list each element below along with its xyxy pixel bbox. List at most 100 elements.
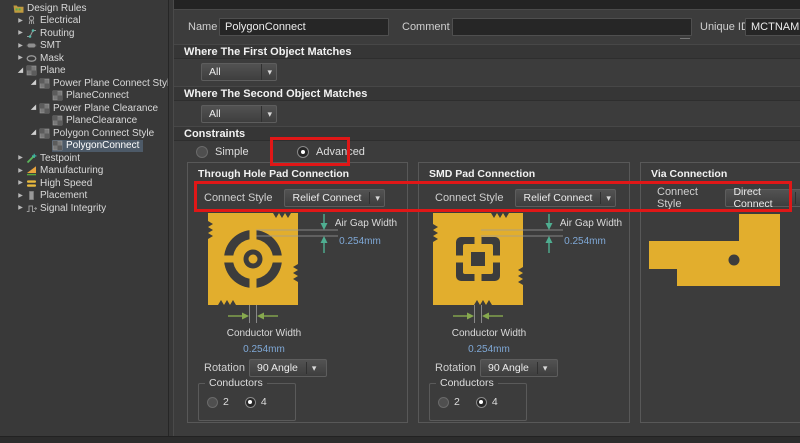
panel-title: Through Hole Pad Connection — [198, 168, 349, 180]
electrical-icon — [26, 15, 37, 26]
sidebar-item-smt[interactable]: ▶ SMT — [0, 40, 168, 53]
sidebar-item-polygonconnect[interactable]: PolygonConnect — [0, 140, 168, 153]
sidebar-item-routing[interactable]: ▶Routing — [0, 27, 168, 40]
sidebar-item-high-speed[interactable]: ▶ High Speed — [0, 177, 168, 190]
svg-text:0.254mm: 0.254mm — [468, 344, 510, 355]
conductors-2-label: 2 — [454, 396, 460, 408]
sidebar-item-testpoint[interactable]: ▶Testpoint — [0, 152, 168, 165]
tree-item-content: SMT — [26, 40, 65, 53]
expand-arrow-icon[interactable]: ▶ — [15, 165, 26, 177]
sidebar-item-design-rules[interactable]: Design Rules — [0, 2, 168, 15]
chevron-down-icon — [369, 192, 380, 204]
svg-text:Air Gap Width: Air Gap Width — [335, 218, 397, 229]
rule-icon — [52, 115, 63, 126]
rotation-dropdown[interactable]: 90 Angle — [249, 359, 327, 377]
collapse-arrow-icon[interactable]: ◢ — [28, 127, 39, 139]
chevron-down-icon — [261, 64, 272, 80]
unique-id-label: Unique ID — [700, 21, 749, 33]
rule-icon — [26, 65, 37, 76]
connect-style-dropdown[interactable]: Direct Connect — [725, 189, 800, 207]
routing-icon — [26, 28, 37, 39]
via-connection-panel: Via Connection Connect Style Direct Conn… — [640, 162, 800, 423]
radio-icon — [207, 397, 218, 408]
tree-item-content: Electrical — [26, 15, 85, 28]
chevron-down-icon — [306, 362, 317, 374]
connect-style-dropdown[interactable]: Relief Connect — [515, 189, 615, 207]
via-direct-connect-graphic — [641, 209, 800, 319]
expand-arrow-icon[interactable]: ▶ — [15, 177, 26, 189]
sidebar-item-plane[interactable]: ◢Plane — [0, 65, 168, 78]
testpoint-icon — [26, 153, 37, 164]
sidebar-item-planeconnect[interactable]: PlaneConnect — [0, 90, 168, 103]
sidebar-item-signal-integrity[interactable]: ▶ Signal Integrity — [0, 202, 168, 215]
tree-item-content: Signal Integrity — [26, 202, 110, 215]
sidebar-item-mask[interactable]: ▶Mask — [0, 52, 168, 65]
sidebar-item-electrical[interactable]: ▶ Electrical — [0, 15, 168, 28]
comment-input[interactable] — [452, 18, 692, 36]
conductors-2-radio[interactable]: 2 — [438, 396, 460, 408]
smt-icon — [26, 40, 37, 51]
sidebar-item-label: Electrical — [40, 15, 81, 26]
smd-pad-connection-panel: SMD Pad Connection Connect Style Relief … — [418, 162, 630, 423]
collapse-arrow-icon[interactable]: ◢ — [15, 65, 26, 77]
rotation-dropdown[interactable]: 90 Angle — [480, 359, 558, 377]
sidebar-item-manufacturing[interactable]: ▶Manufacturing — [0, 165, 168, 178]
folder-icon — [13, 3, 24, 14]
connect-style-value: Direct Connect — [733, 186, 787, 210]
manufacturing-icon — [26, 165, 37, 176]
unique-id-input[interactable]: MCTNAMFK — [745, 18, 800, 36]
expand-arrow-icon[interactable]: ▶ — [15, 202, 26, 214]
tree-item-content: Power Plane Clearance — [39, 102, 162, 115]
advanced-radio[interactable]: Advanced — [297, 146, 365, 158]
chevron-down-icon — [795, 192, 800, 204]
expand-arrow-icon[interactable]: ▶ — [15, 40, 26, 52]
rule-icon — [39, 128, 50, 139]
sidebar-item-label: PlaneConnect — [66, 90, 129, 101]
sidebar-item-power-plane-connect-style[interactable]: ◢Power Plane Connect Style — [0, 77, 168, 90]
sidebar-item-placement[interactable]: ▶ Placement — [0, 190, 168, 203]
expand-arrow-icon[interactable]: ▶ — [15, 27, 26, 39]
sidebar-item-label: SMT — [40, 40, 61, 51]
expand-arrow-icon[interactable]: ▶ — [15, 52, 26, 64]
tree-item-content: Routing — [26, 27, 78, 40]
name-label: Name — [188, 21, 217, 33]
name-input[interactable]: PolygonConnect — [219, 18, 389, 36]
mask-icon — [26, 53, 37, 64]
sidebar-item-label: Signal Integrity — [40, 203, 106, 214]
first-object-matches-header: Where The First Object Matches — [174, 44, 800, 59]
second-object-scope-dropdown[interactable]: All — [201, 105, 277, 123]
design-rules-tree: Design Rules▶Electrical▶Routing▶SMT▶Mask… — [0, 0, 169, 437]
collapse-arrow-icon[interactable]: ◢ — [28, 102, 39, 114]
conductors-4-radio[interactable]: 4 — [476, 396, 498, 408]
top-divider — [174, 0, 800, 10]
svg-text:Conductor Width: Conductor Width — [227, 328, 301, 339]
simple-radio[interactable]: Simple — [196, 146, 249, 158]
expand-arrow-icon[interactable]: ▶ — [15, 15, 26, 27]
sidebar-item-label: High Speed — [40, 178, 92, 189]
conductors-4-label: 4 — [492, 396, 498, 408]
connect-style-label: Connect Style — [657, 186, 713, 210]
comment-label: Comment — [402, 21, 450, 33]
highspeed-icon — [26, 178, 37, 189]
panel-title: Via Connection — [651, 168, 727, 180]
sidebar-item-label: Placement — [40, 190, 87, 201]
first-object-scope-dropdown[interactable]: All — [201, 63, 277, 81]
expand-arrow-icon[interactable]: ▶ — [15, 190, 26, 202]
panel-title: SMD Pad Connection — [429, 168, 535, 180]
connect-style-dropdown[interactable]: Relief Connect — [284, 189, 384, 207]
conductors-4-radio[interactable]: 4 — [245, 396, 267, 408]
tree-item-content: Design Rules — [13, 2, 90, 15]
sidebar-item-polygon-connect-style[interactable]: ◢Polygon Connect Style — [0, 127, 168, 140]
expand-arrow-icon[interactable]: ▶ — [15, 152, 26, 164]
sidebar-item-label: Power Plane Clearance — [53, 103, 158, 114]
radio-icon — [196, 146, 208, 158]
radio-icon — [438, 397, 449, 408]
connect-style-label: Connect Style — [204, 192, 272, 204]
advanced-radio-label: Advanced — [316, 146, 365, 158]
connect-style-value: Relief Connect — [292, 192, 361, 204]
rotation-value: 90 Angle — [488, 362, 529, 374]
conductors-2-radio[interactable]: 2 — [207, 396, 229, 408]
sidebar-item-planeclearance[interactable]: PlaneClearance — [0, 115, 168, 128]
sidebar-item-power-plane-clearance[interactable]: ◢ Power Plane Clearance — [0, 102, 168, 115]
collapse-arrow-icon[interactable]: ◢ — [28, 77, 39, 89]
